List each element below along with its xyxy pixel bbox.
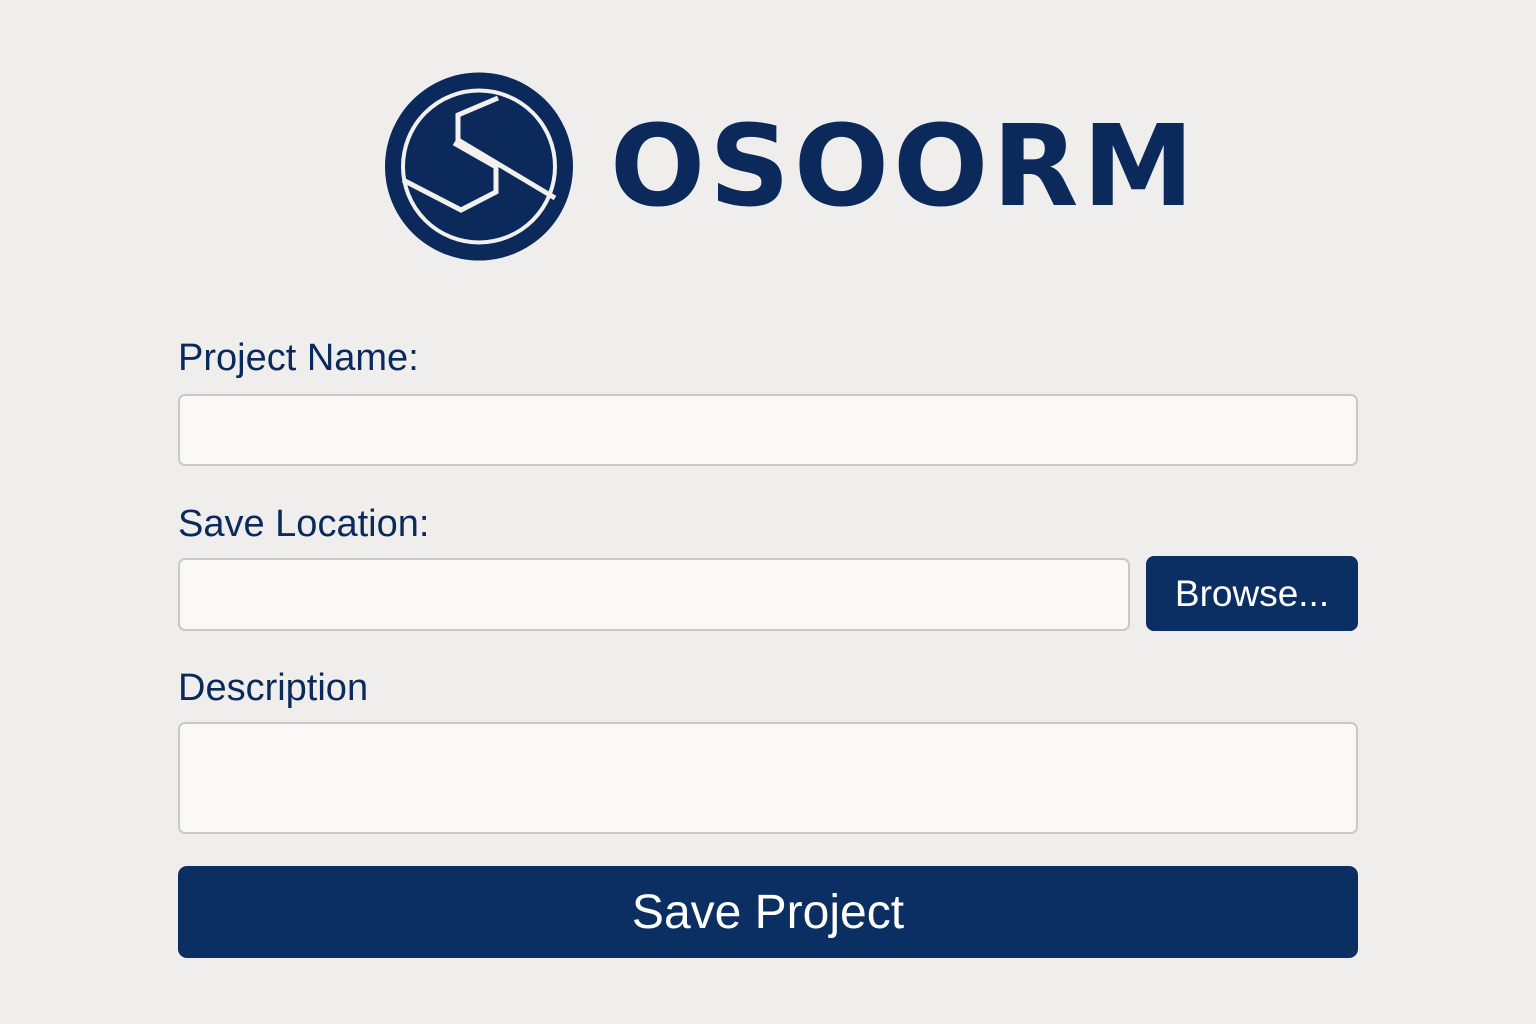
save-project-button[interactable]: Save Project [178,866,1358,958]
save-location-label: Save Location: [178,503,430,545]
brand-logo-icon [384,70,574,263]
description-label: Description [178,667,369,709]
project-name-label: Project Name: [178,337,419,379]
description-textarea[interactable] [178,722,1358,834]
save-location-input[interactable] [178,558,1130,631]
project-name-input[interactable] [178,394,1358,466]
brand-wordmark: OSOORM [610,101,1198,232]
brand-header: OSOORM [384,70,1198,263]
browse-button[interactable]: Browse... [1146,556,1358,631]
